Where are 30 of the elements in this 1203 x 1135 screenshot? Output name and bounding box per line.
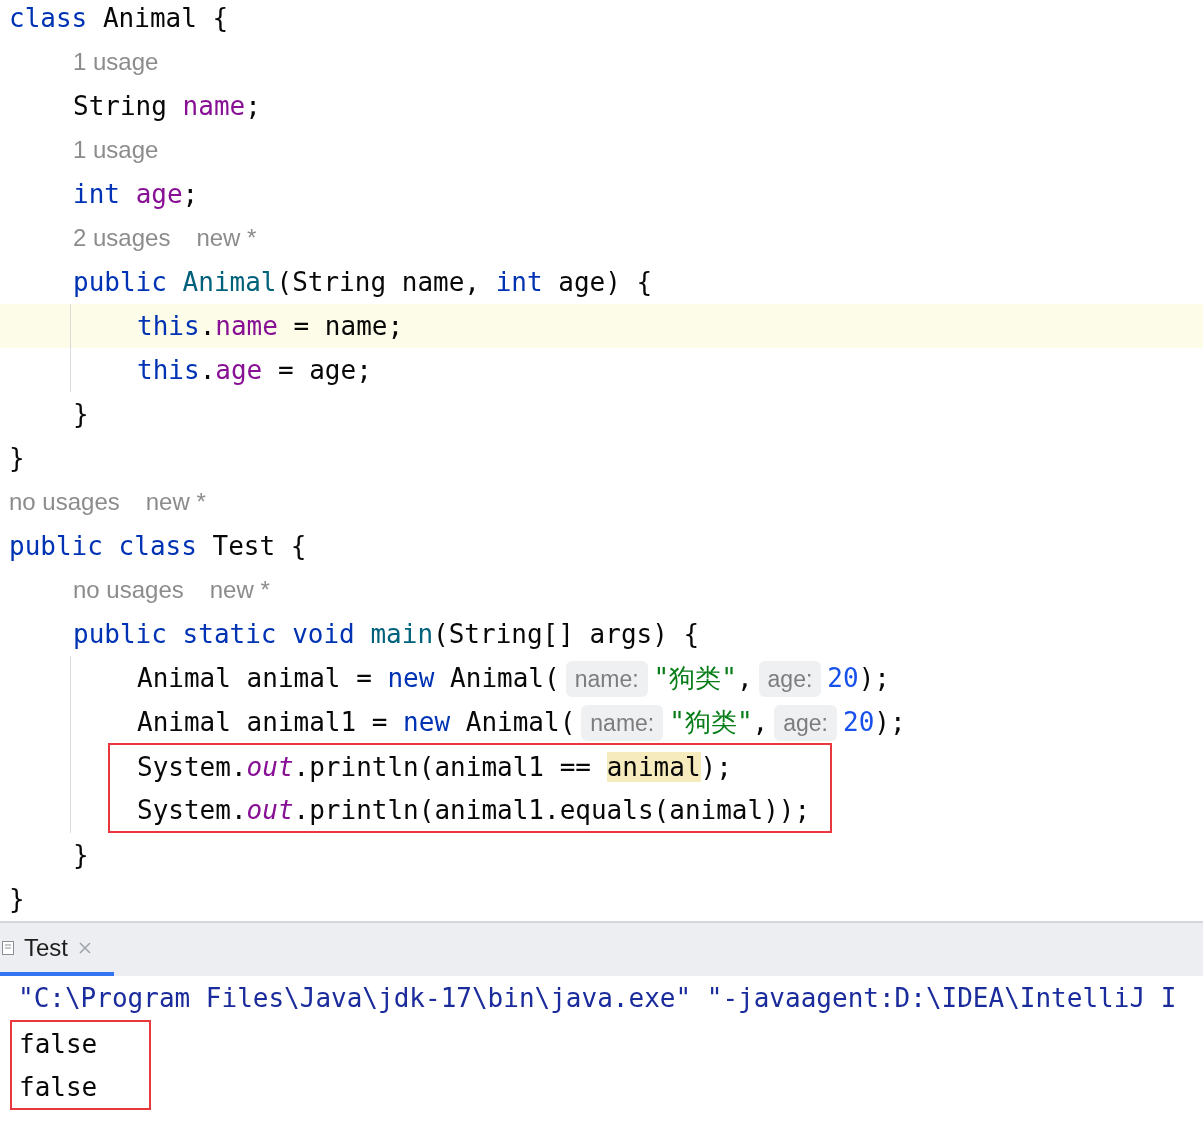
code-line: }	[73, 398, 89, 431]
console-output: false	[19, 1028, 98, 1061]
inlay-hint[interactable]: new *	[209, 568, 270, 612]
inlay-hint[interactable]: no usages	[9, 480, 120, 524]
code-line: public class Test {	[9, 530, 307, 563]
code-line: class Animal {	[9, 2, 229, 35]
inlay-hint[interactable]: no usages	[73, 568, 184, 612]
code-line: Animal animal1 = new Animal( name: "狗类", age: 20);	[137, 700, 906, 744]
code-line: System.out.println(animal1 == animal);	[137, 751, 733, 784]
code-line: }	[9, 883, 25, 916]
inlay-hint[interactable]: 1 usage	[73, 128, 159, 172]
code-line: String name;	[73, 90, 261, 123]
inlay-hint[interactable]: new *	[196, 216, 257, 260]
code-line: System.out.println(animal1.equals(animal));	[137, 794, 811, 827]
console-output: false	[19, 1071, 98, 1104]
code-line: public static void main(String[] args) {	[73, 618, 700, 651]
inlay-hint[interactable]: new *	[145, 480, 206, 524]
code-line: }	[73, 839, 89, 872]
close-icon[interactable]	[78, 940, 92, 955]
code-line: }	[9, 442, 25, 475]
code-line: this.name = name;	[137, 310, 404, 343]
code-line: this.age = age;	[137, 354, 372, 387]
console-tab[interactable]: Test	[0, 923, 114, 976]
console-icon	[2, 939, 14, 956]
inlay-hint[interactable]: 1 usage	[73, 40, 159, 84]
console-command: "C:\Program Files\Java\jdk-17\bin\java.exe" "-javaagent:D:\IDEA\IntelliJ I	[17, 982, 1178, 1015]
code-line: int age;	[73, 178, 199, 211]
code-line: Animal animal = new Animal( name: "狗类", age: 20);	[137, 656, 890, 700]
code-line: public Animal(String name, int age) {	[73, 266, 653, 299]
inlay-hint[interactable]: 2 usages	[73, 216, 171, 260]
